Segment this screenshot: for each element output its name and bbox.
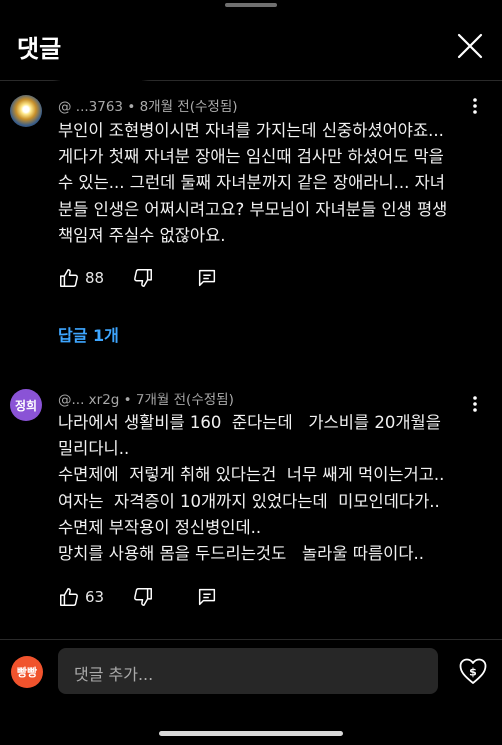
comment-text: 나라에서 생활비를 160 준다는데 가스비를 20개월을 밀리다니.. 수면제…: [58, 413, 445, 564]
comment-meta: @... xr2g • 7개월 전(수정됨): [58, 388, 234, 408]
redaction-mark: [60, 71, 142, 93]
comment-text: 부인이 조현병이시면 자녀를 가지는데 신중하셨어야죠... 게다가 첫째 자녀…: [58, 121, 448, 245]
close-icon[interactable]: [454, 30, 486, 62]
like-icon[interactable]: [58, 586, 80, 608]
more-options-icon[interactable]: [465, 96, 485, 116]
like-count: 63: [85, 588, 105, 606]
reply-icon[interactable]: [196, 586, 218, 608]
comment-time: • 7개월 전(수정됨): [119, 392, 234, 408]
comment-input-placeholder: 댓글 추가...: [74, 665, 154, 684]
svg-text:$: $: [469, 666, 477, 679]
like-icon[interactable]: [58, 267, 80, 289]
avatar[interactable]: 정희: [10, 389, 42, 421]
reply-icon[interactable]: [196, 267, 218, 289]
page-title: 댓글: [17, 35, 62, 63]
view-replies-link[interactable]: 답글 1개: [58, 322, 119, 346]
comment-author[interactable]: @... xr2g: [58, 392, 119, 408]
dislike-icon[interactable]: [132, 267, 154, 289]
avatar[interactable]: [10, 95, 42, 127]
comment-author[interactable]: @ ...3763: [58, 99, 123, 115]
comment-meta: @ ...3763 • 8개월 전(수정됨): [58, 95, 238, 115]
comment-time: • 8개월 전(수정됨): [123, 99, 238, 115]
like-count: 88: [85, 269, 105, 287]
home-indicator: [159, 731, 343, 736]
dislike-icon[interactable]: [132, 586, 154, 608]
comments-header: 댓글: [0, 0, 502, 81]
avatar[interactable]: 빵빵: [11, 656, 43, 688]
comment-input[interactable]: 댓글 추가...: [58, 648, 438, 694]
super-thanks-heart-icon[interactable]: $: [457, 655, 489, 687]
redaction-mark: [62, 367, 202, 389]
divider: [0, 639, 502, 640]
